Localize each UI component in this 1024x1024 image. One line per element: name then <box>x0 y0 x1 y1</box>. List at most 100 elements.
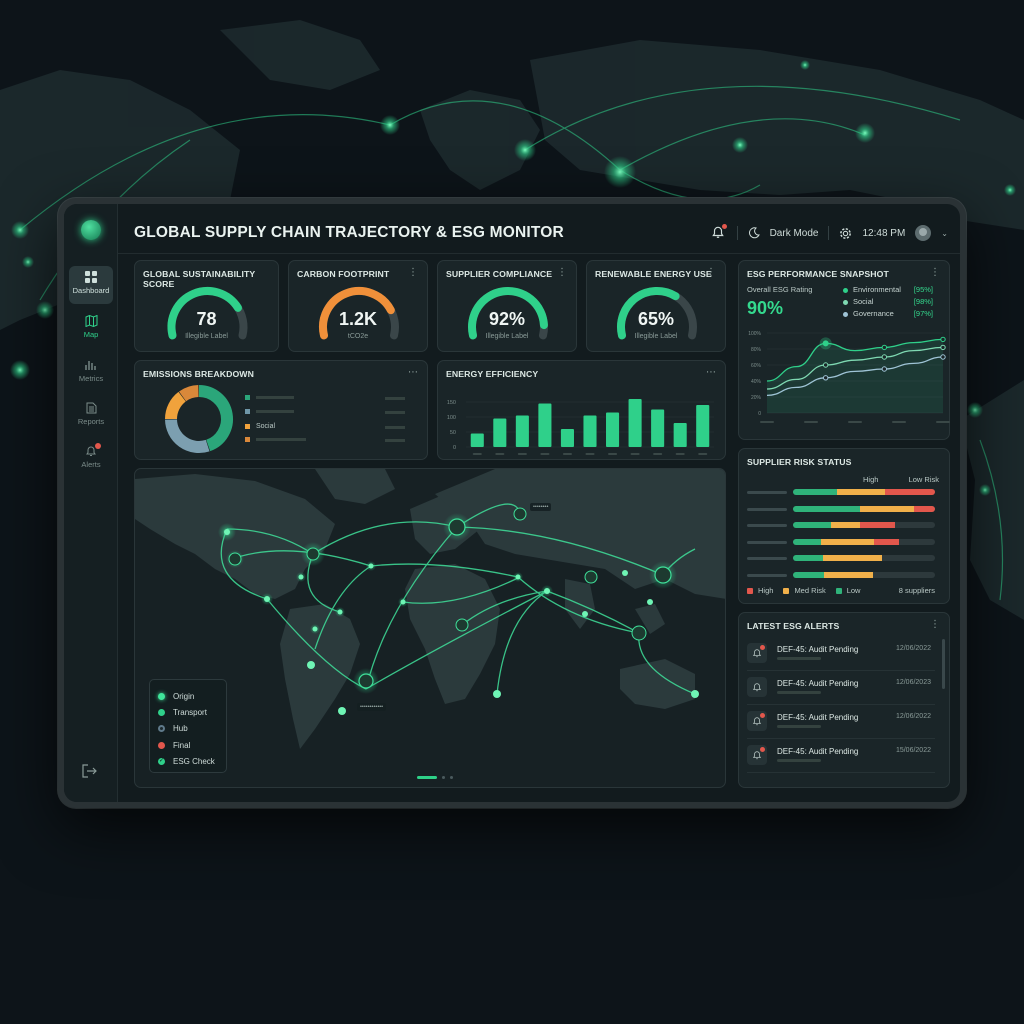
x-tick-label <box>562 453 572 455</box>
series-point <box>822 375 829 381</box>
series-point <box>881 354 888 360</box>
alert-item[interactable]: DEF-45: Audit Pending 15/06/2022 <box>747 739 935 773</box>
sidebar-item-dashboard[interactable]: Dashboard <box>69 266 113 304</box>
series-point <box>940 336 946 343</box>
emissions-breakdown-card[interactable]: EMISSIONS BREAKDOWN ⋯ Social <box>134 360 428 460</box>
x-tick-label <box>585 453 595 455</box>
gauge-label: Illegible Label <box>485 333 529 340</box>
card-title: LATEST ESG ALERTS <box>747 621 840 631</box>
kpi-card-renewable-energy[interactable]: RENEWABLE ENERGY USE ⋮ 65% Illegible Lab… <box>586 260 726 352</box>
x-tick-label <box>698 453 708 455</box>
supplier-risk-card[interactable]: SUPPLIER RISK STATUS High Low Risk High … <box>738 448 950 604</box>
series-point <box>881 344 888 351</box>
notifications-button[interactable] <box>711 224 727 241</box>
alert-date: 12/06/2022 <box>895 713 931 720</box>
alert-icon <box>747 745 767 765</box>
dark-mode-toggle[interactable]: Dark Mode <box>770 228 819 239</box>
gear-icon[interactable] <box>839 227 852 240</box>
page-title: GLOBAL SUPPLY CHAIN TRAJECTORY & ESG MON… <box>134 224 564 241</box>
alerts-scrollbar[interactable] <box>942 639 945 689</box>
x-tick-label <box>630 453 640 455</box>
more-options-icon[interactable]: ⋮ <box>930 619 941 630</box>
y-tick-label: 20% <box>751 395 762 401</box>
card-title: EMISSIONS BREAKDOWN <box>143 369 254 379</box>
alert-item[interactable]: DEF-45: Audit Pending 12/06/2022 <box>747 705 935 739</box>
risk-row[interactable] <box>747 555 935 562</box>
risk-row[interactable] <box>747 505 935 513</box>
risk-segment-low <box>793 522 832 528</box>
esg-performance-card[interactable]: ESG PERFORMANCE SNAPSHOT ⋮ Overall ESG R… <box>738 260 950 440</box>
highlight-point <box>822 340 829 347</box>
risk-segment-low <box>793 555 823 561</box>
emissions-donut-chart <box>165 385 233 453</box>
globe-logo-icon <box>81 220 101 240</box>
risk-segment-med <box>837 489 886 495</box>
esg-line-chart: 0 20% 40% 60% 80% 100% <box>748 331 950 423</box>
risk-row[interactable] <box>747 522 935 529</box>
divider <box>736 226 738 240</box>
risk-row[interactable] <box>747 489 935 496</box>
donut-slice <box>165 391 187 420</box>
alert-icon <box>747 643 767 663</box>
map-legend: Origin Transport Hub Final ✓ ESG Check <box>149 679 227 773</box>
sidebar-item-map[interactable]: Map <box>69 310 113 348</box>
supply-chain-map[interactable]: •••••••• •••••••••••• Origin Transport H… <box>134 468 726 788</box>
bar <box>493 418 507 447</box>
kpi-card-sustainability[interactable]: GLOBAL SUSTAINABILITY SCORE 78 Illegible… <box>134 260 279 352</box>
legend-label: Social <box>256 423 276 430</box>
card-title: SUPPLIER RISK STATUS <box>747 457 852 467</box>
risk-segment-med <box>831 522 860 528</box>
donut-slice <box>179 385 200 402</box>
risk-segment-high <box>885 489 935 495</box>
y-tick-label: 50 <box>450 430 456 436</box>
sidebar-item-label: Dashboard <box>72 286 110 295</box>
bar <box>606 412 620 447</box>
legend-item-low: Low <box>835 586 860 595</box>
esg-alerts-card[interactable]: LATEST ESG ALERTS ⋮ DEF-45: Audit Pendin… <box>738 612 950 788</box>
legend-item <box>245 409 405 415</box>
legend-item-hub: Hub <box>158 721 218 737</box>
bell-icon <box>752 683 762 692</box>
donut-slice <box>198 385 233 452</box>
chevron-down-icon[interactable]: ⌄ <box>941 229 948 238</box>
x-tick-label <box>495 453 505 455</box>
risk-low-header: Low Risk <box>908 475 939 484</box>
alert-subtext <box>777 759 821 762</box>
risk-row[interactable] <box>747 571 935 579</box>
map-node-label: •••••••• <box>530 503 552 511</box>
map-node-label: •••••••••••• <box>357 703 387 711</box>
alert-icon <box>747 677 767 697</box>
x-tick-label <box>848 421 862 423</box>
avatar[interactable] <box>915 225 932 241</box>
sidebar-item-reports[interactable]: Reports <box>69 397 113 435</box>
alert-item[interactable]: DEF-45: Audit Pending 12/06/2023 <box>747 671 935 705</box>
y-tick-label: 0 <box>758 411 761 417</box>
risk-bar-track <box>793 505 935 512</box>
energy-efficiency-card[interactable]: ENERGY EFFICIENCY ⋯ 0 50 100 150 <box>437 360 726 460</box>
bar <box>673 423 687 447</box>
more-options-icon[interactable]: ⋯ <box>408 367 419 378</box>
sidebar-item-metrics[interactable]: Metrics <box>69 354 113 392</box>
bar <box>515 415 529 447</box>
alert-date: 12/06/2023 <box>895 679 931 686</box>
bell-icon <box>752 751 762 760</box>
supplier-count: 8 suppliers <box>898 586 935 595</box>
risk-row[interactable] <box>747 538 935 546</box>
logout-icon[interactable] <box>82 764 98 778</box>
donut-slice <box>165 419 210 453</box>
tablet-frame: Dashboard Map Metrics Reports Alerts GLO… <box>58 198 966 808</box>
y-tick-label: 100% <box>748 331 761 337</box>
x-tick-label <box>760 421 774 423</box>
sidebar-item-alerts[interactable]: Alerts <box>69 440 113 478</box>
bar <box>538 403 552 447</box>
alert-text: DEF-45: Audit Pending <box>777 645 859 654</box>
bar <box>583 415 597 447</box>
map-pagination[interactable] <box>417 776 453 779</box>
divider <box>828 226 830 240</box>
series-point <box>940 354 946 360</box>
supplier-name <box>747 507 787 511</box>
kpi-card-supplier-compliance[interactable]: SUPPLIER COMPLIANCE ⋮ 92% Illegible Labe… <box>437 260 577 352</box>
kpi-card-carbon-footprint[interactable]: CARBON FOOTPRINT ⋮ 1.2K tCO2e <box>288 260 428 352</box>
x-tick-label <box>675 453 685 455</box>
alert-item[interactable]: DEF-45: Audit Pending 12/06/2022 <box>747 637 935 671</box>
